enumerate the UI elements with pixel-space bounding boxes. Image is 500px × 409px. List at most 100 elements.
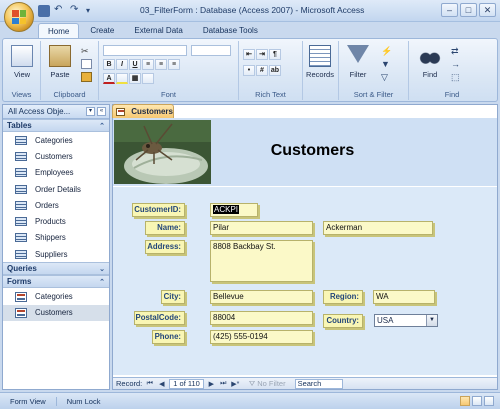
find-button[interactable]: Find	[413, 45, 447, 79]
views-group-label: Views	[11, 90, 32, 99]
nav-pane-collapse-icon[interactable]: «	[97, 107, 106, 116]
last-record-icon[interactable]: ⏭	[219, 380, 228, 388]
highlight-icon[interactable]: ab	[269, 65, 281, 76]
phone-field[interactable]: (425) 555-0194	[210, 330, 313, 344]
form-title: Customers	[270, 142, 355, 159]
fill-color-icon[interactable]	[116, 73, 128, 84]
table-icon	[15, 233, 27, 243]
nav-item-table-suppliers[interactable]: Suppliers	[3, 246, 109, 262]
advanced-filter-icon[interactable]: ▼	[381, 59, 392, 69]
redo-icon[interactable]: ↷	[70, 5, 82, 17]
numbering-icon[interactable]: #	[256, 65, 268, 76]
nav-section-queries[interactable]: Queries ⌄	[3, 262, 109, 276]
goto-icon[interactable]: →	[451, 59, 462, 69]
customer-id-field[interactable]: ACKPI	[210, 203, 258, 217]
close-button[interactable]: ✕	[479, 3, 496, 17]
tab-home[interactable]: Home	[38, 23, 80, 39]
next-record-icon[interactable]: ▶	[207, 380, 216, 388]
country-combo[interactable]: USA ▼	[374, 314, 438, 327]
italic-button[interactable]: I	[116, 59, 128, 70]
address-field[interactable]: 8808 Backbay St.	[210, 240, 313, 282]
new-record-icon[interactable]: ▶*	[231, 380, 240, 388]
nav-item-table-shippers[interactable]: Shippers	[3, 230, 109, 246]
nav-item-table-order-details[interactable]: Order Details	[3, 181, 109, 197]
alt-row-color-icon[interactable]	[142, 73, 154, 84]
select-icon[interactable]: ⬚	[451, 72, 462, 82]
save-icon[interactable]	[38, 5, 50, 17]
filter-button[interactable]: Filter	[341, 45, 375, 79]
selection-filter-icon[interactable]: ⚡	[381, 46, 392, 56]
align-left-icon[interactable]: ≡	[142, 59, 154, 70]
undo-icon[interactable]: ↶	[54, 5, 66, 17]
rich-text-group: ⇤ ⇥ ¶ • # ab Rich Text	[239, 41, 303, 100]
navigation-pane: All Access Obje... ▾ « Tables ⌃ Categori…	[2, 104, 110, 390]
paste-button[interactable]: Paste	[43, 45, 77, 79]
bold-button[interactable]: B	[103, 59, 115, 70]
toggle-filter-icon[interactable]: ▽	[381, 72, 392, 82]
view-status: Form View	[0, 396, 57, 406]
tab-external-data[interactable]: External Data	[125, 23, 191, 39]
font-name-combo[interactable]	[103, 45, 187, 56]
nav-pane-dropdown-icon[interactable]: ▾	[86, 107, 95, 116]
find-group: Find ⇄ → ⬚ Find	[409, 41, 495, 100]
maximize-button[interactable]: □	[460, 3, 477, 17]
replace-icon[interactable]: ⇄	[451, 46, 462, 56]
cut-icon[interactable]: ✂	[81, 46, 92, 56]
label-phone: Phone:	[152, 330, 185, 344]
first-record-icon[interactable]: ⏮	[145, 380, 154, 388]
nav-section-forms[interactable]: Forms ⌃	[3, 275, 109, 289]
table-icon	[15, 151, 27, 161]
nav-item-table-categories[interactable]: Categories	[3, 132, 109, 148]
form-view-icon[interactable]	[460, 396, 470, 406]
font-color-icon[interactable]: A	[103, 73, 115, 84]
rich-text-group-label: Rich Text	[255, 90, 286, 99]
view-button[interactable]: View	[5, 45, 39, 79]
bullets-icon[interactable]: •	[243, 65, 255, 76]
form-icon	[15, 307, 27, 318]
region-field[interactable]: WA	[373, 290, 435, 304]
layout-view-icon[interactable]	[472, 396, 482, 406]
first-name-field[interactable]: Pilar	[210, 221, 313, 235]
nav-pane-header[interactable]: All Access Obje... ▾ «	[3, 105, 109, 119]
nav-item-table-customers[interactable]: Customers	[3, 148, 109, 164]
font-size-combo[interactable]	[191, 45, 231, 56]
label-region: Region:	[323, 290, 363, 304]
design-view-icon[interactable]	[484, 396, 494, 406]
align-center-icon[interactable]: ≡	[155, 59, 167, 70]
records-group: Records	[303, 41, 339, 100]
records-button[interactable]: Records	[303, 45, 337, 79]
nav-item-table-orders[interactable]: Orders	[3, 197, 109, 213]
view-icon	[11, 45, 33, 67]
customize-qat-icon[interactable]: ▾	[86, 5, 98, 17]
chevron-down-icon[interactable]: ▼	[426, 315, 437, 326]
find-group-label: Find	[444, 90, 460, 99]
align-right-icon[interactable]: ≡	[168, 59, 180, 70]
current-record-field[interactable]: 1 of 110	[169, 378, 204, 389]
nav-section-tables[interactable]: Tables ⌃	[3, 119, 109, 132]
filter-icon	[347, 45, 369, 63]
nav-item-form-customers[interactable]: Customers	[3, 304, 109, 321]
city-field[interactable]: Bellevue	[210, 290, 313, 304]
underline-button[interactable]: U	[129, 59, 141, 70]
copy-icon[interactable]	[81, 59, 92, 69]
last-name-field[interactable]: Ackerman	[323, 221, 433, 235]
nav-item-table-employees[interactable]: Employees	[3, 165, 109, 181]
document-tab-customers[interactable]: Customers	[112, 104, 174, 118]
postal-code-field[interactable]: 88004	[210, 311, 313, 325]
tab-create[interactable]: Create	[81, 23, 123, 39]
nav-item-form-categories[interactable]: Categories	[3, 288, 109, 304]
increase-indent-icon[interactable]: ⇥	[256, 49, 268, 60]
no-filter-indicator[interactable]: ⛛ No Filter	[249, 379, 286, 389]
previous-record-icon[interactable]: ◀	[157, 380, 166, 388]
office-button[interactable]	[4, 2, 34, 32]
quick-access-toolbar: ↶ ↷ ▾	[38, 4, 98, 18]
format-painter-icon[interactable]	[81, 72, 92, 82]
gridlines-icon[interactable]: ▦	[129, 73, 141, 84]
minimize-button[interactable]: –	[441, 3, 458, 17]
tab-database-tools[interactable]: Database Tools	[194, 23, 267, 39]
nav-item-table-products[interactable]: Products	[3, 213, 109, 229]
decrease-indent-icon[interactable]: ⇤	[243, 49, 255, 60]
paste-icon	[49, 45, 71, 67]
search-input[interactable]: Search	[294, 378, 343, 389]
paragraph-icon[interactable]: ¶	[269, 49, 281, 60]
